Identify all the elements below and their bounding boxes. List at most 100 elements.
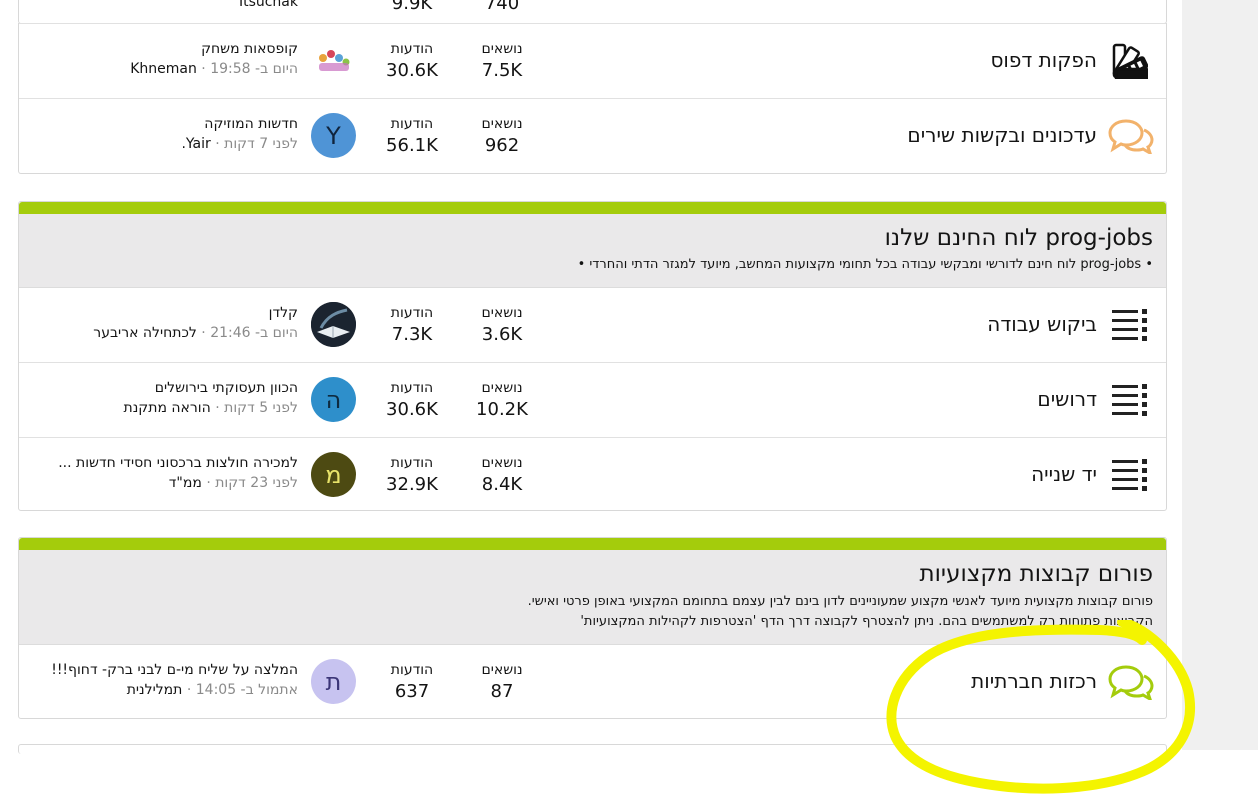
node-title-link[interactable]: הפקות דפוס: [990, 48, 1097, 72]
forum-node-social-coordinators[interactable]: רכזות חברתיות נושאים 87 הודעות 637 ת המל…: [19, 644, 1166, 719]
avatar[interactable]: מ: [311, 452, 356, 497]
posts-stat: הודעות 32.9K: [377, 453, 447, 497]
node-title-link[interactable]: יד שנייה: [1031, 462, 1097, 486]
latest-time: לפני 23 דקות: [215, 475, 298, 491]
threads-stat: 740: [467, 0, 537, 16]
posts-value: 7.3K: [391, 324, 433, 345]
meta-separator: ·: [215, 136, 220, 152]
latest-user[interactable]: לכתחילה אריבער: [93, 325, 197, 341]
threads-label: נושאים: [481, 662, 523, 678]
page-bottom-area: [0, 750, 1258, 795]
category-description-line1: פורום קבוצות מקצועית מיועד לאנשי מקצוע ש…: [527, 594, 1153, 609]
latest-post[interactable]: המלצה על שליח מי-ם לבני ברק- דחוף!!! אתמ…: [51, 660, 298, 700]
latest-user[interactable]: תמלילנית: [127, 682, 183, 698]
latest-post[interactable]: Itsuchak: [239, 0, 298, 12]
category-description-line2: הקבוצות פתוחות רק למשתמשים בהם. ניתן להצ…: [580, 614, 1153, 629]
list-icon: [1110, 307, 1150, 343]
latest-time: היום ב- 21:46: [210, 325, 298, 341]
meta-separator: ·: [206, 475, 211, 491]
latest-thread-link[interactable]: המלצה על שליח מי-ם לבני ברק- דחוף!!!: [51, 660, 298, 680]
posts-value: 56.1K: [386, 135, 438, 156]
latest-time: לפני 5 דקות: [224, 400, 298, 416]
posts-stat: הודעות 7.3K: [377, 303, 447, 347]
threads-value: 7.5K: [481, 60, 523, 81]
category-block-next-partial: [18, 744, 1167, 754]
posts-stat: הודעות 30.6K: [377, 39, 447, 83]
threads-label: נושאים: [481, 455, 523, 471]
forum-node-second-hand[interactable]: יד שנייה נושאים 8.4K הודעות 32.9K מ למכי…: [19, 437, 1166, 512]
threads-label: נושאים: [481, 116, 523, 132]
forum-node-wanted[interactable]: דרושים נושאים 10.2K הודעות 30.6K ה הכוון…: [19, 362, 1166, 437]
latest-post[interactable]: למכירה חולצות ברכסוני חסידי חדשות ... לפ…: [58, 453, 298, 493]
forum-node-printing[interactable]: הפקות דפוס נושאים 7.5K הודעות 30.6K קופס…: [19, 23, 1166, 98]
list-icon: [1110, 457, 1150, 493]
threads-stat: נושאים 3.6K: [467, 303, 537, 347]
avatar-letter: ת: [325, 667, 342, 696]
category-block-partial: 740 9.9K Itsuchak: [18, 0, 1167, 24]
latest-post[interactable]: קופסאות משחק היום ב- 19:58 · Khneman: [130, 39, 298, 79]
forum-node-partial[interactable]: 740 9.9K Itsuchak: [19, 0, 1166, 24]
category-block-prog-jobs: prog-jobs לוח החינם שלנו • prog-jobs לוח…: [18, 201, 1167, 511]
avatar-letter: Y: [326, 121, 341, 150]
avatar-letter: מ: [325, 460, 342, 489]
category-title-link[interactable]: פורום קבוצות מקצועיות: [32, 560, 1153, 588]
node-title-link[interactable]: דרושים: [1037, 387, 1097, 411]
avatar[interactable]: [311, 38, 356, 83]
meta-separator: ·: [201, 325, 206, 341]
avatar-letter: ה: [325, 385, 342, 414]
printing-swatch-icon: [1110, 43, 1150, 79]
page-side-gutter: [1182, 0, 1258, 750]
chat-bubbles-icon: [1108, 118, 1154, 154]
threads-stat: נושאים 10.2K: [467, 378, 537, 422]
threads-label: נושאים: [481, 305, 523, 321]
latest-thread-link[interactable]: קופסאות משחק: [130, 39, 298, 59]
latest-time: אתמול ב- 14:05: [195, 682, 298, 698]
latest-post[interactable]: הכוון תעסוקתי בירושלים לפני 5 דקות · הור…: [124, 378, 299, 418]
posts-label: הודעות: [390, 662, 434, 678]
latest-user[interactable]: Khneman: [130, 61, 197, 77]
threads-value: 10.2K: [476, 399, 528, 420]
game-boxes-logo-icon: [319, 50, 350, 71]
category-header: פורום קבוצות מקצועיות פורום קבוצות מקצוע…: [19, 538, 1166, 644]
forum-node-music-updates[interactable]: עדכונים ובקשות שירים נושאים 962 הודעות 5…: [19, 98, 1166, 173]
chat-bubbles-icon: [1108, 664, 1154, 700]
latest-thread-link[interactable]: למכירה חולצות ברכסוני חסידי חדשות ...: [58, 453, 298, 473]
avatar[interactable]: ת: [311, 659, 356, 704]
node-title-link[interactable]: רכזות חברתיות: [971, 669, 1097, 693]
threads-value: 8.4K: [481, 474, 523, 495]
threads-label: נושאים: [481, 380, 523, 396]
posts-value: 32.9K: [386, 474, 438, 495]
posts-label: הודעות: [390, 380, 434, 396]
posts-value: 637: [394, 681, 430, 702]
category-description: • prog-jobs לוח חינם לדורשי ומבקשי עבודה…: [577, 257, 1153, 272]
latest-thread-link[interactable]: חדשות המוזיקה: [181, 114, 298, 134]
latest-thread-link[interactable]: הכוון תעסוקתי בירושלים: [124, 378, 298, 398]
latest-user[interactable]: ממ"ד: [169, 475, 202, 491]
latest-thread-link[interactable]: קלדן: [93, 303, 298, 323]
avatar[interactable]: ה: [311, 377, 356, 422]
latest-post[interactable]: חדשות המוזיקה לפני 7 דקות · Yair.: [181, 114, 298, 154]
list-icon: [1110, 382, 1150, 418]
latest-post[interactable]: קלדן היום ב- 21:46 · לכתחילה אריבער: [93, 303, 298, 343]
open-book-photo-icon: [311, 302, 356, 347]
latest-user[interactable]: Yair.: [181, 136, 210, 152]
latest-user[interactable]: הוראה מתקנת: [124, 400, 211, 416]
latest-user[interactable]: Itsuchak: [239, 0, 298, 10]
posts-stat: הודעות 30.6K: [377, 378, 447, 422]
avatar[interactable]: [311, 302, 356, 347]
category-title-link[interactable]: prog-jobs לוח החינם שלנו: [32, 224, 1153, 252]
posts-value: 9.9K: [391, 0, 433, 14]
threads-stat: נושאים 87: [467, 660, 537, 704]
threads-stat: נושאים 8.4K: [467, 453, 537, 497]
threads-stat: נושאים 7.5K: [467, 39, 537, 83]
posts-label: הודעות: [390, 305, 434, 321]
forum-node-job-demand[interactable]: ביקוש עבודה נושאים 3.6K הודעות 7.3K קלדן…: [19, 287, 1166, 362]
node-title-link[interactable]: ביקוש עבודה: [987, 312, 1097, 336]
threads-value: 87: [490, 681, 514, 702]
avatar[interactable]: Y: [311, 113, 356, 158]
category-block-professional-groups: פורום קבוצות מקצועיות פורום קבוצות מקצוע…: [18, 537, 1167, 719]
posts-label: הודעות: [390, 116, 434, 132]
node-title-link[interactable]: עדכונים ובקשות שירים: [907, 123, 1097, 147]
threads-value: 3.6K: [481, 324, 523, 345]
posts-stat: הודעות 56.1K: [377, 114, 447, 158]
